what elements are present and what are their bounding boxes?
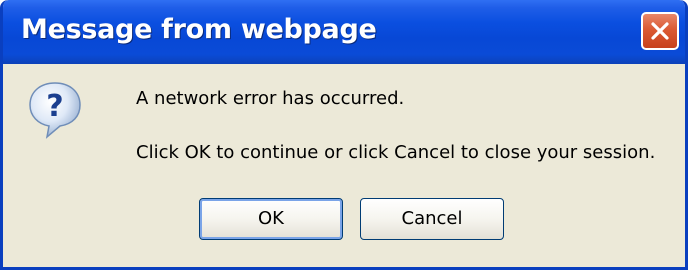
close-icon — [651, 22, 669, 40]
message-dialog: Message from webpage ? A network error h… — [0, 0, 688, 270]
dialog-title: Message from webpage — [21, 14, 377, 45]
question-icon: ? — [29, 82, 81, 139]
close-button[interactable] — [641, 12, 679, 50]
message-text-primary: A network error has occurred. — [136, 88, 405, 109]
cancel-button[interactable]: Cancel — [360, 198, 504, 240]
ok-button[interactable]: OK — [199, 198, 343, 240]
svg-text:?: ? — [46, 89, 63, 124]
title-bar[interactable]: Message from webpage — [3, 0, 685, 64]
message-text-secondary: Click OK to continue or click Cancel to … — [136, 142, 656, 163]
